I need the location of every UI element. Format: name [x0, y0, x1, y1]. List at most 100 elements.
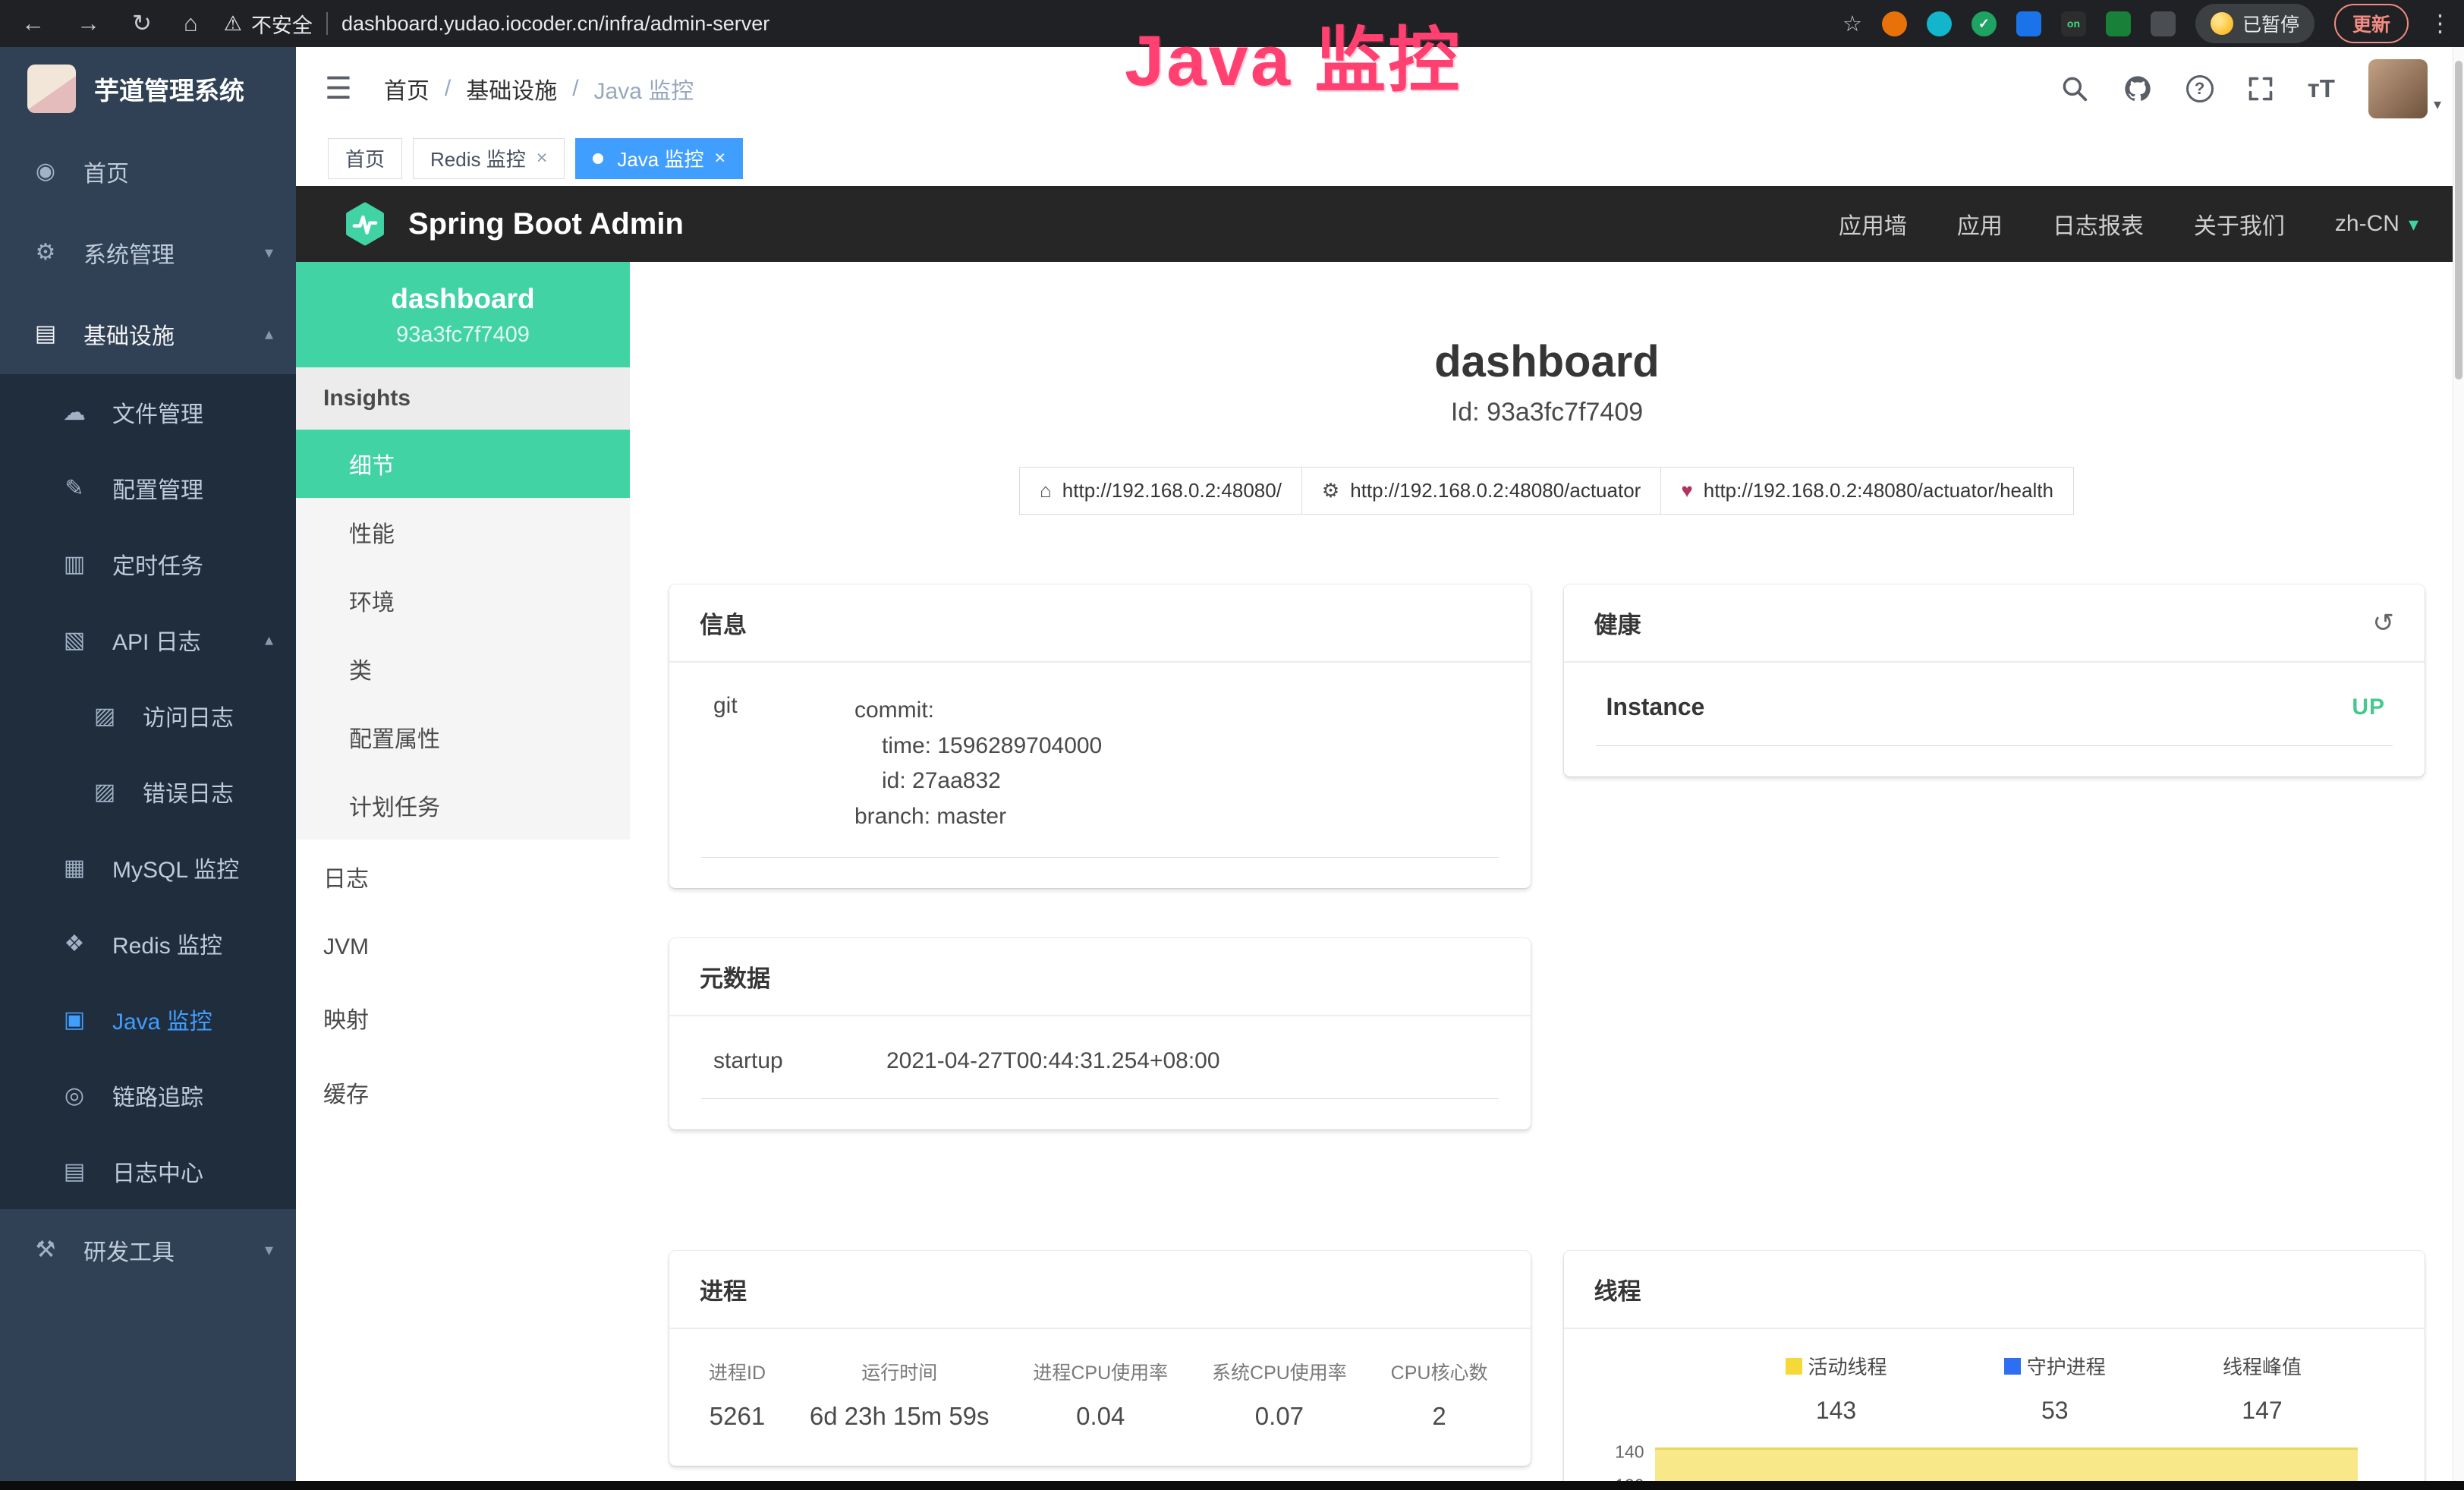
sidebar-item-devtools[interactable]: ⚒ 研发工具 ▾: [0, 1209, 296, 1290]
sba-item-metrics[interactable]: 性能: [296, 498, 630, 566]
extension-icon-blue-grid[interactable]: [2016, 11, 2041, 36]
stat-value: 2: [1391, 1402, 1488, 1431]
process-stats: 进程ID 5261 运行时间 6d 23h 15m 59s 进程CPU使用率 0…: [701, 1356, 1499, 1435]
window-bottom-edge: [0, 1481, 2464, 1490]
sidebar-item-scheduled-job[interactable]: ▥ 定时任务: [0, 526, 296, 602]
sba-item-scheduled-tasks[interactable]: 计划任务: [296, 771, 630, 840]
home-icon: ⌂: [1040, 479, 1052, 502]
heart-icon: ♥: [1681, 479, 1692, 502]
browser-menu-icon[interactable]: ⋮: [2428, 10, 2452, 37]
paused-profile-badge[interactable]: 已暂停: [2195, 4, 2315, 43]
sba-nav-about[interactable]: 关于我们: [2194, 207, 2285, 241]
history-icon[interactable]: ↺: [2373, 608, 2395, 638]
sba-item-config-props[interactable]: 配置属性: [296, 703, 630, 771]
breadcrumb-home[interactable]: 首页: [384, 72, 430, 106]
github-icon[interactable]: [2123, 74, 2153, 104]
instance-title: dashboard: [669, 336, 2425, 387]
git-branch: branch: master: [854, 799, 1102, 835]
sidebar-item-error-log[interactable]: ▨ 错误日志: [0, 754, 296, 830]
scrollbar-thumb[interactable]: [2455, 61, 2462, 380]
redis-icon: ❖: [59, 931, 90, 957]
sba-insights-items: 细节 性能 环境 类 配置属性 计划任务: [296, 430, 630, 840]
address-bar[interactable]: ⚠ 不安全 dashboard.yudao.iocoder.cn/infra/a…: [224, 9, 1842, 39]
sidebar-item-java-monitor[interactable]: ▣ Java 监控: [0, 981, 296, 1057]
sba-nav-applications[interactable]: 应用: [1957, 207, 2003, 241]
legend-live-threads: 活动线程 143: [1786, 1352, 1887, 1425]
instance-home-link[interactable]: ⌂ http://192.168.0.2:48080/: [1019, 467, 1302, 515]
sba-item-mappings[interactable]: 映射: [296, 981, 630, 1055]
extensions-puzzle-icon[interactable]: [2151, 11, 2176, 36]
sba-logo-icon: [341, 200, 389, 247]
extension-icon-orange[interactable]: [1882, 11, 1907, 36]
sidebar-toggle-icon[interactable]: ☰: [325, 71, 352, 106]
metadata-key: startup: [713, 1048, 827, 1074]
extension-icon-switchy[interactable]: on: [2061, 11, 2086, 36]
sidebar-item-label: API 日志: [112, 623, 201, 657]
warning-icon: ⚠: [224, 12, 242, 36]
mysql-icon: ▦: [59, 855, 90, 881]
user-menu[interactable]: ▾: [2368, 59, 2441, 118]
breadcrumb-section[interactable]: 基础设施: [466, 72, 557, 106]
home-icon[interactable]: ⌂: [184, 10, 198, 37]
sidebar-item-access-log[interactable]: ▨ 访问日志: [0, 678, 296, 754]
scrollbar[interactable]: [2453, 47, 2464, 1481]
update-button[interactable]: 更新: [2334, 4, 2409, 43]
instance-health-link[interactable]: ♥ http://192.168.0.2:48080/actuator/heal…: [1660, 467, 2074, 515]
sidebar-item-mysql-monitor[interactable]: ▦ MySQL 监控: [0, 830, 296, 906]
sba-nav-wallboard[interactable]: 应用墙: [1839, 207, 1907, 241]
breadcrumb-current: Java 监控: [594, 72, 694, 106]
sidebar-item-redis-monitor[interactable]: ❖ Redis 监控: [0, 906, 296, 981]
sidebar-item-trace[interactable]: ◎ 链路追踪: [0, 1057, 296, 1133]
git-commit-time: time: 1596289704000: [854, 729, 1102, 764]
link-url: http://192.168.0.2:48080/: [1062, 479, 1282, 502]
edit-icon: ✎: [59, 475, 90, 502]
instance-actuator-link[interactable]: ⚙ http://192.168.0.2:48080/actuator: [1301, 467, 1661, 515]
sidebar-item-label: Java 监控: [112, 1003, 212, 1036]
sba-main: dashboard Id: 93a3fc7f7409 ⌂ http://192.…: [630, 262, 2464, 1490]
metadata-row-startup: startup 2021-04-27T00:44:31.254+08:00: [701, 1044, 1499, 1099]
sba-item-caches[interactable]: 缓存: [296, 1055, 630, 1129]
bookmark-star-icon[interactable]: ☆: [1842, 11, 1862, 37]
extension-icon-teal[interactable]: [1927, 11, 1952, 36]
sidebar-item-system[interactable]: ⚙ 系统管理 ▾: [0, 212, 296, 293]
avatar[interactable]: [2368, 59, 2428, 118]
sidebar-item-log-center[interactable]: ▤ 日志中心: [0, 1133, 296, 1209]
sba-item-details[interactable]: 细节: [296, 430, 630, 498]
back-icon[interactable]: ←: [21, 10, 45, 37]
sidebar-item-config-manage[interactable]: ✎ 配置管理: [0, 450, 296, 526]
info-card: 信息 git commit: time: 1596289704000 id: 2…: [669, 584, 1531, 888]
close-icon[interactable]: ×: [537, 147, 548, 169]
stat-system-cpu: 系统CPU使用率 0.07: [1212, 1358, 1347, 1431]
sba-item-classes[interactable]: 类: [296, 635, 630, 703]
extension-icon-green[interactable]: ✓: [1972, 11, 1997, 36]
sba-group-insights[interactable]: Insights: [296, 367, 630, 430]
sidebar-item-home[interactable]: ◉ 首页: [0, 131, 296, 212]
sba-nav: 应用墙 应用 日志报表 关于我们 zh-CN ▾: [1839, 207, 2418, 241]
forward-icon[interactable]: →: [77, 10, 100, 37]
annotation-java-monitor: Java 监控: [1125, 3, 1462, 106]
sidebar-item-label: 日志中心: [112, 1155, 203, 1188]
sidebar-item-api-log[interactable]: ▧ API 日志 ▴: [0, 602, 296, 678]
sidebar-item-file-manage[interactable]: ☁ 文件管理: [0, 374, 296, 450]
font-size-icon[interactable]: тT: [2308, 74, 2335, 103]
card-title: 线程: [1594, 1272, 1641, 1306]
sba-item-logfile[interactable]: 日志: [296, 840, 630, 914]
info-row-git: git commit: time: 1596289704000 id: 27aa…: [701, 690, 1499, 858]
tab-redis-monitor[interactable]: Redis 监控 ×: [413, 138, 565, 179]
close-icon[interactable]: ×: [714, 147, 725, 169]
help-icon[interactable]: ?: [2186, 75, 2214, 102]
stat-pid: 进程ID 5261: [709, 1358, 766, 1431]
search-icon[interactable]: [2060, 74, 2089, 103]
chevron-down-icon: ▾: [265, 1240, 273, 1260]
tab-java-monitor[interactable]: Java 监控 ×: [575, 138, 743, 179]
sba-locale-select[interactable]: zh-CN ▾: [2335, 211, 2418, 237]
sba-nav-journal[interactable]: 日志报表: [2053, 207, 2144, 241]
fullscreen-icon[interactable]: [2247, 75, 2274, 102]
y-tick: 140: [1615, 1442, 1644, 1463]
reload-icon[interactable]: ↻: [132, 10, 152, 37]
extension-icon-leaf[interactable]: [2106, 11, 2131, 36]
sba-item-jvm[interactable]: JVM: [296, 914, 630, 981]
tab-home[interactable]: 首页: [328, 138, 402, 179]
sidebar-item-infra[interactable]: ▤ 基础设施 ▴: [0, 293, 296, 374]
sba-item-environment[interactable]: 环境: [296, 566, 630, 635]
